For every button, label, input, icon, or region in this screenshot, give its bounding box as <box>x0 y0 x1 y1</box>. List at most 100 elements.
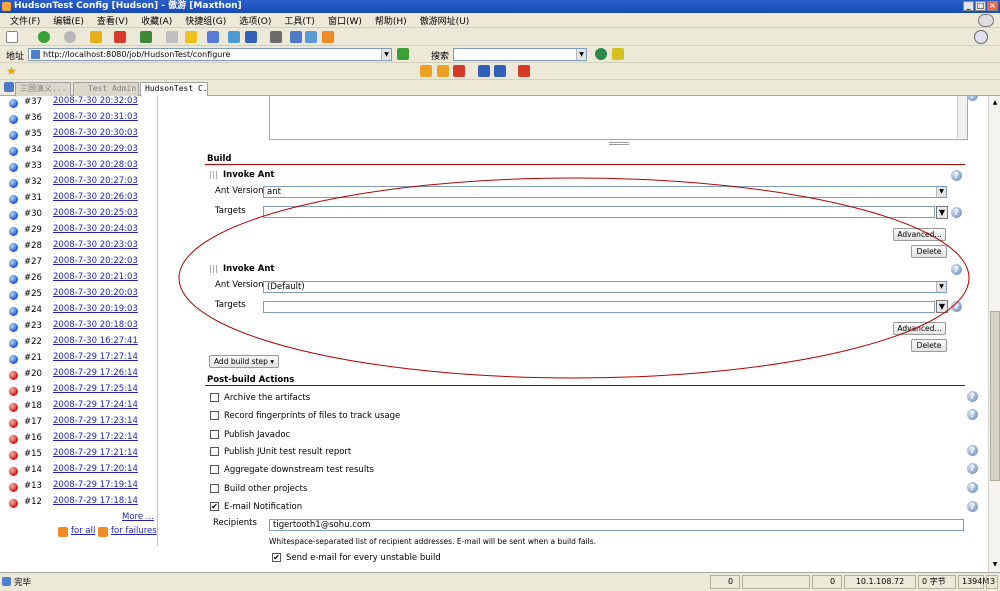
build-date-link[interactable]: 2008-7-30 20:29:03 <box>53 144 138 154</box>
delete-button[interactable]: Delete <box>911 339 947 352</box>
forward-icon[interactable] <box>64 31 76 43</box>
tab-test-admin[interactable]: Test Admin <box>73 82 139 96</box>
menu-view[interactable]: 查看(V) <box>97 14 128 27</box>
advanced-button[interactable]: Advanced... <box>893 228 946 241</box>
build-date-link[interactable]: 2008-7-30 20:22:03 <box>53 256 138 266</box>
prev-tab-icon[interactable] <box>420 65 432 77</box>
more-builds-link[interactable]: More ... <box>122 512 154 522</box>
ant-version-select[interactable]: (Default) ▼ <box>263 281 947 293</box>
help-icon[interactable]: ? <box>951 264 962 275</box>
build-date-link[interactable]: 2008-7-30 20:24:03 <box>53 224 138 234</box>
ad-filter-count[interactable]: 0 <box>812 575 842 589</box>
build-date-link[interactable]: 2008-7-30 20:28:03 <box>53 160 138 170</box>
window-icon[interactable] <box>290 31 302 43</box>
rss-icon[interactable] <box>322 31 334 43</box>
delete-button[interactable]: Delete <box>911 245 947 258</box>
build-date-link[interactable]: 2008-7-29 17:26:14 <box>53 368 138 378</box>
popup-blocked-count[interactable]: 0 <box>710 575 740 589</box>
back-icon[interactable] <box>38 31 50 43</box>
address-input[interactable]: http://localhost:8080/job/HudsonTest/con… <box>28 48 392 61</box>
build-date-link[interactable]: 2008-7-30 20:18:03 <box>53 320 138 330</box>
targets-input[interactable] <box>263 301 935 313</box>
rss-all-link[interactable]: for all <box>58 526 95 537</box>
chevron-down-icon[interactable]: ▼ <box>576 49 586 60</box>
close-tab-icon[interactable] <box>453 65 465 77</box>
description-textarea[interactable] <box>269 96 968 140</box>
advanced-button[interactable]: Advanced... <box>893 322 946 335</box>
help-icon[interactable]: ? <box>967 463 978 474</box>
build-date-link[interactable]: 2008-7-30 20:30:03 <box>53 128 138 138</box>
recipients-input[interactable]: tigertooth1@sohu.com <box>269 519 964 531</box>
help-icon[interactable]: ? <box>967 445 978 456</box>
menu-edit[interactable]: 编辑(E) <box>53 14 84 27</box>
close-button[interactable]: × <box>987 1 998 11</box>
menu-maxthon-urls[interactable]: 傲游网址(U) <box>420 14 470 27</box>
targets-input[interactable] <box>263 206 935 218</box>
drag-handle-icon[interactable] <box>210 265 218 273</box>
refresh-icon[interactable] <box>140 31 152 43</box>
search-go-icon[interactable] <box>595 48 607 60</box>
tab-list-icon[interactable] <box>4 82 14 92</box>
menu-options[interactable]: 选项(O) <box>239 14 271 27</box>
build-date-link[interactable]: 2008-7-29 17:20:14 <box>53 464 138 474</box>
expand-textbox-icon[interactable]: ▼ <box>936 206 948 219</box>
scroll-down-icon[interactable]: ▼ <box>990 560 1000 570</box>
highlight-icon[interactable] <box>612 48 624 60</box>
minimize-button[interactable]: _ <box>963 1 974 11</box>
build-date-link[interactable]: 2008-7-29 17:21:14 <box>53 448 138 458</box>
favorites-icon[interactable] <box>185 31 197 43</box>
scrollbar-thumb[interactable] <box>990 311 1000 481</box>
build-date-link[interactable]: 2008-7-30 16:27:41 <box>53 336 138 346</box>
menu-favorites[interactable]: 收藏(A) <box>141 14 172 27</box>
drag-handle-icon[interactable] <box>210 171 218 179</box>
help-icon[interactable]: ? <box>951 301 962 312</box>
next-tab-icon[interactable] <box>437 65 449 77</box>
status-icons[interactable] <box>742 575 810 589</box>
build-date-link[interactable]: 2008-7-29 17:18:14 <box>53 496 138 506</box>
build-date-link[interactable]: 2008-7-29 17:22:14 <box>53 432 138 442</box>
home-icon[interactable] <box>166 31 178 43</box>
minimize-tab-icon[interactable] <box>478 65 490 77</box>
build-date-link[interactable]: 2008-7-29 17:27:14 <box>53 352 138 362</box>
close-all-icon[interactable] <box>518 65 530 77</box>
help-icon[interactable]: ? <box>967 501 978 512</box>
screen-icon[interactable] <box>228 31 240 43</box>
menu-window[interactable]: 窗口(W) <box>328 14 362 27</box>
build-date-link[interactable]: 2008-7-29 17:23:14 <box>53 416 138 426</box>
textarea-resize-handle[interactable] <box>609 142 629 145</box>
build-date-link[interactable]: 2008-7-29 17:19:14 <box>53 480 138 490</box>
groups-icon[interactable] <box>207 31 219 43</box>
action-checkbox[interactable] <box>210 411 219 420</box>
help-icon[interactable]: ? <box>951 207 962 218</box>
tab-sanguo[interactable]: 三国演义... <box>15 82 71 96</box>
rss-failures-link[interactable]: for failures <box>98 526 157 537</box>
build-date-link[interactable]: 2008-7-30 20:26:03 <box>53 192 138 202</box>
menu-help[interactable]: 帮助(H) <box>375 14 407 27</box>
add-build-step-button[interactable]: Add build step ▾ <box>209 355 279 368</box>
action-checkbox[interactable] <box>210 430 219 439</box>
undo-icon[interactable] <box>245 31 257 43</box>
build-date-link[interactable]: 2008-7-30 20:20:03 <box>53 288 138 298</box>
action-checkbox[interactable]: ✔ <box>210 502 219 511</box>
new-page-icon[interactable] <box>6 31 18 43</box>
unstable-email-checkbox[interactable]: ✔ <box>272 553 281 562</box>
go-icon[interactable] <box>397 48 409 60</box>
build-date-link[interactable]: 2008-7-30 20:25:03 <box>53 208 138 218</box>
action-checkbox[interactable] <box>210 393 219 402</box>
help-icon[interactable]: ? <box>967 409 978 420</box>
expand-textbox-icon[interactable]: ▼ <box>936 300 948 313</box>
build-date-link[interactable]: 2008-7-30 20:19:03 <box>53 304 138 314</box>
scroll-up-icon[interactable]: ▲ <box>990 98 1000 108</box>
search-input[interactable]: ▼ <box>453 48 587 61</box>
maxthon-menu-icon[interactable] <box>974 30 988 44</box>
edit-icon[interactable] <box>305 31 317 43</box>
chevron-down-icon[interactable]: ▼ <box>381 49 391 60</box>
star-icon[interactable]: ★ <box>6 64 17 78</box>
action-checkbox[interactable] <box>210 447 219 456</box>
build-date-link[interactable]: 2008-7-29 17:25:14 <box>53 384 138 394</box>
up-icon[interactable] <box>90 31 102 43</box>
build-date-link[interactable]: 2008-7-29 17:24:14 <box>53 400 138 410</box>
help-icon[interactable]: ? <box>967 482 978 493</box>
action-checkbox[interactable] <box>210 484 219 493</box>
tab-hudsontest-config[interactable]: HudsonTest C... <box>140 82 208 96</box>
